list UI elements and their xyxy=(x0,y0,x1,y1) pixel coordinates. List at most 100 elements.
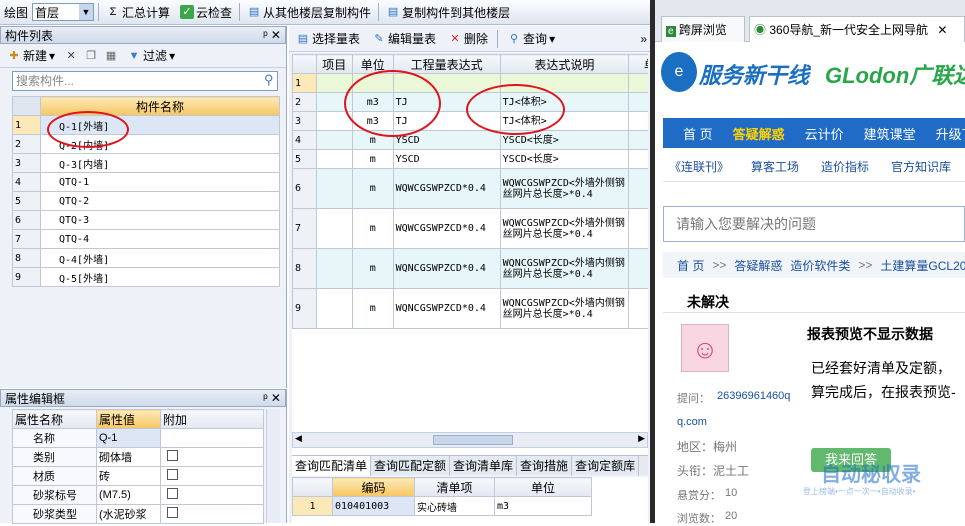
delete-icon[interactable]: ✕ xyxy=(64,49,78,63)
unit-cell[interactable]: m xyxy=(351,168,394,209)
extra-cell[interactable] xyxy=(628,248,648,289)
bottom-tab[interactable]: 查询措施 xyxy=(517,456,573,476)
code-cell[interactable]: 010401003 xyxy=(332,496,415,516)
table-row[interactable]: 8 Q-4[外墙] xyxy=(12,248,280,268)
nav-item[interactable]: 云计价 xyxy=(805,124,844,143)
nav-item[interactable]: 建筑课堂 xyxy=(864,124,916,143)
horizontal-scrollbar[interactable]: ◀ ▶ xyxy=(292,432,648,448)
breadcrumb-item[interactable]: 造价软件类 xyxy=(790,257,850,274)
extra-cell[interactable] xyxy=(628,288,648,329)
expression-desc-cell[interactable]: YSCD<长度> xyxy=(499,149,630,169)
bottom-tab[interactable]: 查询清单库 xyxy=(450,456,518,476)
property-value[interactable]: (水泥砂浆 xyxy=(96,504,161,524)
filter-button[interactable]: ▼ 过滤 ▾ xyxy=(124,46,178,66)
item-cell[interactable] xyxy=(315,168,353,209)
item-cell[interactable] xyxy=(315,149,353,169)
table-row[interactable]: 3 Q-3[内墙] xyxy=(12,153,280,173)
expression-cell[interactable]: WQWCGSWPZCD*0.4 xyxy=(392,208,501,249)
copy-icon[interactable]: ❐ xyxy=(84,49,98,63)
breadcrumb-item[interactable]: 土建算量GCL2013 xyxy=(880,257,965,274)
pin-close-icons[interactable]: ᵖ ✕ xyxy=(263,28,281,42)
checkbox[interactable] xyxy=(167,469,178,480)
tab-cross-screen[interactable]: e 跨屏浏览 xyxy=(661,16,745,42)
expression-desc-cell[interactable]: WQNCGSWPZCD<外墙内侧钢丝网片总长度>*0.4 xyxy=(499,288,630,329)
unit-cell[interactable]: m3 xyxy=(494,496,592,516)
subnav-item[interactable]: 算客工场 xyxy=(751,158,799,175)
table-row[interactable]: 8 m WQNCGSWPZCD*0.4 WQNCGSWPZCD<外墙内侧钢丝网片总长度… xyxy=(292,248,648,289)
table-row[interactable]: 9 m WQNCGSWPZCD*0.4 WQNCGSWPZCD<外墙内侧钢丝网片总长度… xyxy=(292,288,648,329)
checkbox[interactable] xyxy=(167,488,178,499)
table-row[interactable]: 砂浆类型 (水泥砂浆 xyxy=(12,504,264,524)
expression-desc-cell[interactable]: WQWCGSWPZCD<外墙外侧钢丝网片总长度>*0.4 xyxy=(499,168,630,209)
extra-cell[interactable] xyxy=(628,92,648,112)
table-row[interactable]: 砂浆标号 (M7.5) xyxy=(12,485,264,505)
property-value[interactable]: (M7.5) xyxy=(96,485,161,505)
table-row[interactable]: 名称 Q-1 xyxy=(12,428,264,448)
copy-to-floor-button[interactable]: ▤ 复制构件到其他楼层 xyxy=(383,2,513,22)
table-row[interactable]: 7 m WQWCGSWPZCD*0.4 WQWCGSWPZCD<外墙外侧钢丝网片总长度… xyxy=(292,208,648,249)
expression-cell[interactable]: WQWCGSWPZCD*0.4 xyxy=(392,168,501,209)
table-row[interactable]: 6 QTQ-3 xyxy=(12,210,280,230)
component-name[interactable]: QTQ-2 xyxy=(40,191,280,211)
asker-link[interactable]: 26396961460q xyxy=(717,390,790,402)
expression-desc-cell[interactable]: WQWCGSWPZCD<外墙外侧钢丝网片总长度>*0.4 xyxy=(499,208,630,249)
new-button[interactable]: ✚ 新建 ▾ xyxy=(4,46,58,66)
unit-cell[interactable]: m xyxy=(351,149,394,169)
property-value[interactable]: 砌体墙 xyxy=(96,447,161,467)
table-row[interactable]: 1 010401003 实心砖墙 m3 xyxy=(292,496,592,516)
table-row[interactable]: 1 xyxy=(292,73,648,93)
nav-item[interactable]: 升级下载 xyxy=(936,124,965,143)
bottom-tab[interactable]: 查询匹配定额 xyxy=(371,456,451,476)
component-name[interactable]: Q-5[外墙] xyxy=(40,267,280,287)
component-name[interactable]: Q-3[内墙] xyxy=(40,153,280,173)
pin-close-icons[interactable]: ᵖ ✕ xyxy=(263,391,281,405)
more-icon[interactable]: » xyxy=(640,32,650,46)
question-title[interactable]: 报表预览不显示数据 xyxy=(807,324,933,344)
table-row[interactable]: 4 QTQ-1 xyxy=(12,172,280,192)
delete-button[interactable]: ✕ 删除 xyxy=(445,29,491,49)
item-cell[interactable] xyxy=(315,130,353,150)
component-name[interactable]: QTQ-1 xyxy=(40,172,280,192)
tab-360-nav[interactable]: ◉ 360导航_新一代安全上网导航 ✕ xyxy=(749,16,965,42)
sum-calc-button[interactable]: Σ 汇总计算 xyxy=(103,2,173,22)
scroll-thumb[interactable] xyxy=(433,435,513,445)
unit-cell[interactable]: m xyxy=(351,208,394,249)
bottom-tab[interactable]: 查询匹配清单 xyxy=(292,456,372,476)
extra-cell[interactable] xyxy=(628,111,648,131)
left-arrow-icon[interactable]: ◀ xyxy=(295,433,302,444)
select-table-button[interactable]: ▤ 选择量表 xyxy=(293,29,363,49)
table-row[interactable]: 类别 砌体墙 xyxy=(12,447,264,467)
component-name[interactable]: QTQ-4 xyxy=(40,229,280,249)
property-value[interactable]: Q-1 xyxy=(96,428,161,448)
expression-cell[interactable]: YSCD xyxy=(392,149,501,169)
subnav-item[interactable]: 《连联刊》 xyxy=(669,158,729,175)
close-icon[interactable]: ✕ xyxy=(937,23,947,37)
nav-item[interactable]: 首 页 xyxy=(683,124,713,143)
layer-icon[interactable]: ▦ xyxy=(104,49,118,63)
item-cell[interactable] xyxy=(315,248,353,289)
item-cell[interactable] xyxy=(315,288,353,329)
nav-item[interactable]: 答疑解惑 xyxy=(733,124,785,143)
table-row[interactable]: 4 m YSCD YSCD<长度> xyxy=(292,130,648,150)
edit-table-button[interactable]: ✎ 编辑量表 xyxy=(369,29,439,49)
extra-cell[interactable] xyxy=(628,208,648,249)
expression-cell[interactable]: WQNCGSWPZCD*0.4 xyxy=(392,248,501,289)
query-button[interactable]: ⚲ 查询 ▾ xyxy=(504,29,558,49)
extra-cell[interactable] xyxy=(628,130,648,150)
item-cell[interactable] xyxy=(315,208,353,249)
table-row[interactable]: 9 Q-5[外墙] xyxy=(12,267,280,287)
right-arrow-icon[interactable]: ▶ xyxy=(638,433,645,444)
table-row[interactable]: 5 m YSCD YSCD<长度> xyxy=(292,149,648,169)
breadcrumb-item[interactable]: 答疑解惑 xyxy=(734,257,782,274)
floor-select[interactable]: 首层 ▼ xyxy=(32,3,95,21)
expression-cell[interactable]: WQNCGSWPZCD*0.4 xyxy=(392,288,501,329)
subnav-item[interactable]: 造价指标 xyxy=(821,158,869,175)
checkbox[interactable] xyxy=(167,450,178,461)
copy-from-floor-button[interactable]: ▤ 从其他楼层复制构件 xyxy=(244,2,374,22)
unit-cell[interactable]: m xyxy=(351,248,394,289)
cloud-check-button[interactable]: ✓ 云检查 xyxy=(177,2,235,22)
vertical-scrollbar[interactable] xyxy=(266,409,280,523)
checkbox[interactable] xyxy=(167,507,178,518)
item-cell[interactable]: 实心砖墙 xyxy=(414,496,495,516)
subnav-item[interactable]: 官方知识库 xyxy=(891,158,951,175)
